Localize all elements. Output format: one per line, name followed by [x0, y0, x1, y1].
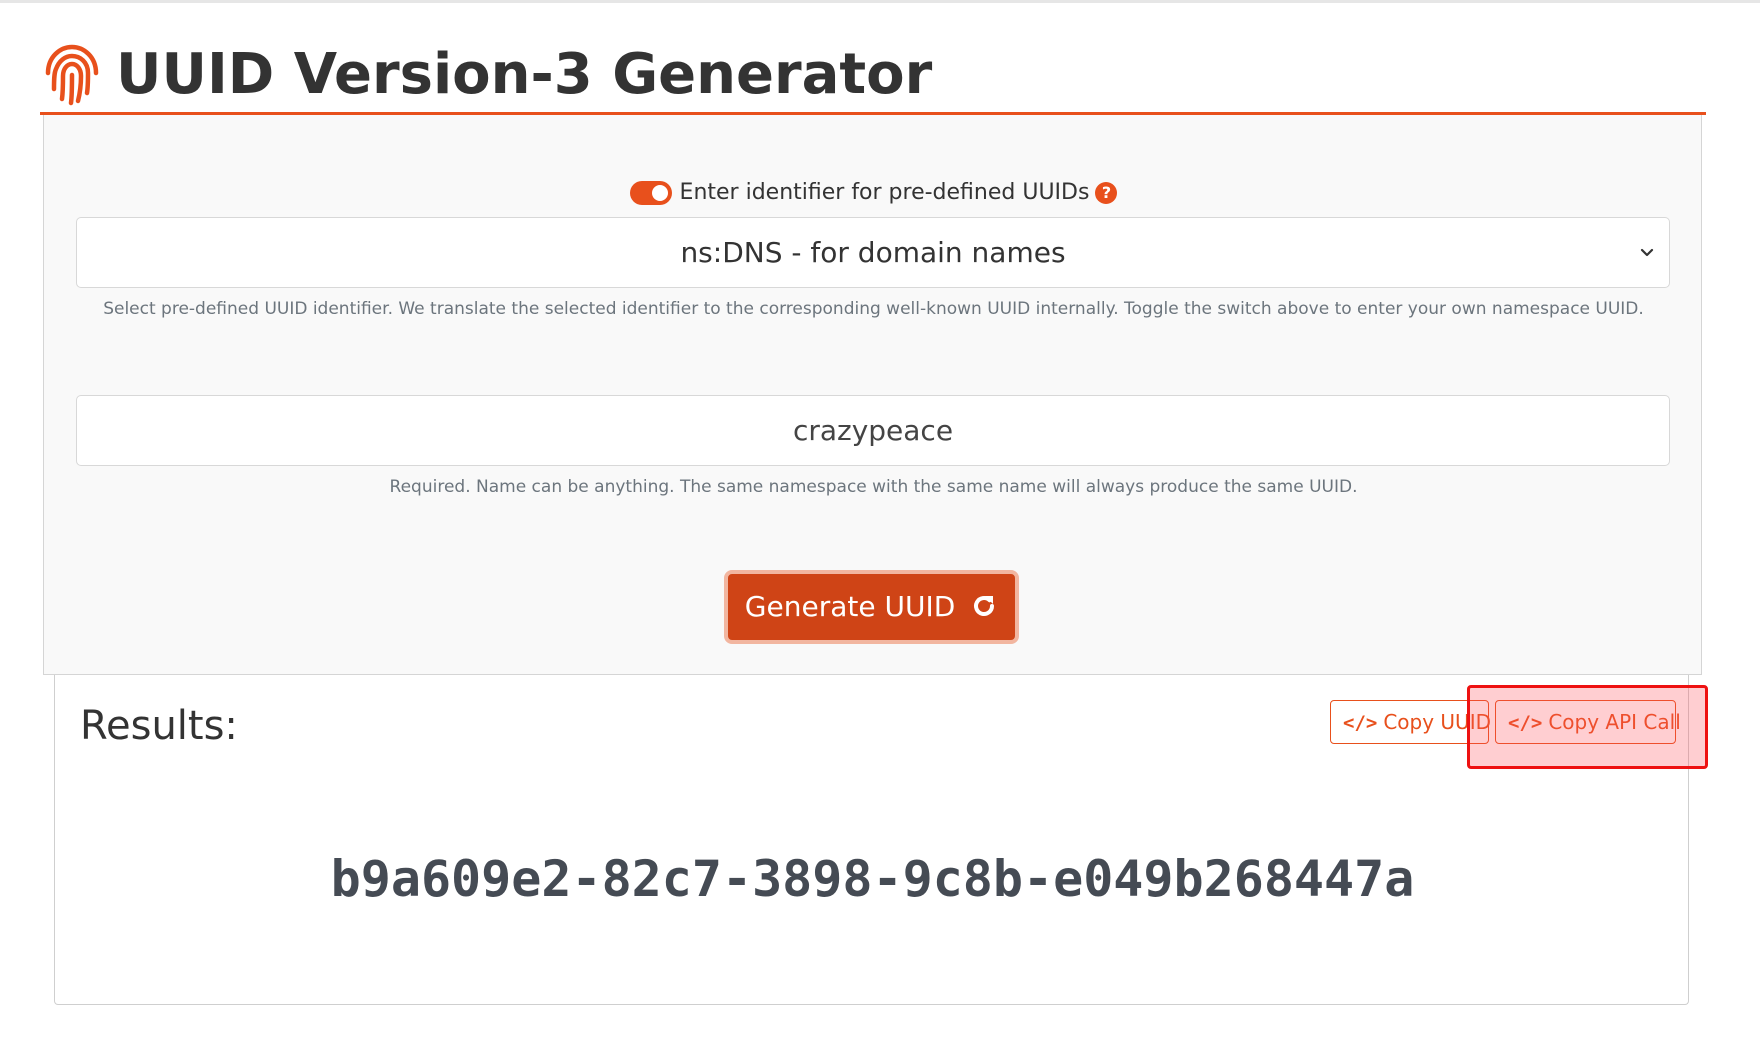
toggle-knob	[651, 184, 668, 201]
page-title: UUID Version-3 Generator	[116, 42, 933, 107]
predefined-toggle-row: Enter identifier for pre-defined UUIDs?	[44, 180, 1703, 210]
namespace-help-text: Select pre-defined UUID identifier. We t…	[103, 299, 1644, 319]
refresh-icon	[974, 596, 995, 616]
copy-uuid-button[interactable]: </> Copy UUID	[1330, 700, 1491, 744]
page-header: UUID Version-3 Generator	[40, 38, 1706, 115]
fingerprint-icon	[45, 44, 99, 106]
highlight-box	[1467, 685, 1708, 769]
toggle-label: Enter identifier for pre-defined UUIDs	[679, 180, 1090, 205]
predefined-uuid-toggle[interactable]	[629, 180, 672, 205]
name-input[interactable]: crazypeace	[76, 395, 1670, 466]
namespace-select[interactable]: ns:DNS - for domain names	[76, 217, 1670, 288]
results-panel: Results: </> Copy UUID </> Copy API Call b…	[54, 675, 1689, 1005]
code-icon: </>	[1343, 712, 1378, 734]
name-help-text: Required. Name can be anything. The same…	[389, 477, 1358, 497]
chevron-down-icon	[1640, 248, 1654, 257]
question-circle-icon[interactable]: ?	[1095, 181, 1118, 204]
generate-uuid-button[interactable]: Generate UUID	[724, 570, 1019, 644]
results-title: Results:	[80, 703, 238, 749]
top-divider	[0, 0, 1760, 3]
namespace-select-value: ns:DNS - for domain names	[680, 236, 1066, 269]
generate-button-label: Generate UUID	[744, 590, 956, 623]
generator-form: Enter identifier for pre-defined UUIDs? …	[43, 115, 1702, 675]
generated-uuid: b9a609e2-82c7-3898-9c8b-e049b268447a	[330, 850, 1415, 908]
